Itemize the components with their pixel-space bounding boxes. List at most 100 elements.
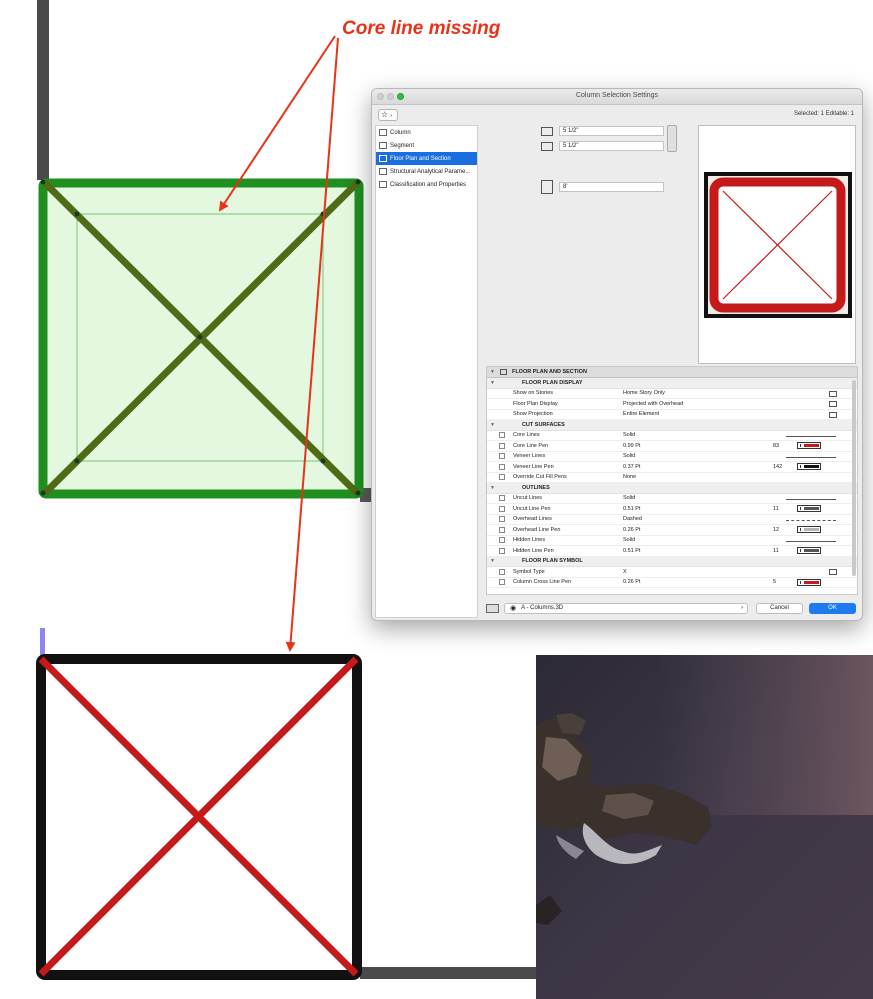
param-value[interactable]: 0.26 Pt <box>623 579 773 585</box>
param-value[interactable]: 0.99 Pt <box>623 443 773 449</box>
param-row[interactable]: Show Projection Entire Element <box>487 410 857 420</box>
nav-item-structural-analytical[interactable]: Structural Analytical Parame... <box>376 165 477 178</box>
group-floor-plan-symbol[interactable]: ▼ FLOOR PLAN SYMBOL <box>487 556 857 567</box>
width-field[interactable]: 5 1/2" <box>559 126 664 136</box>
param-value[interactable]: 0.26 Pt <box>623 527 773 533</box>
nav-item-segment[interactable]: Segment <box>376 139 477 152</box>
cancel-button[interactable]: Cancel <box>756 603 803 614</box>
height-row: 8' <box>541 180 664 194</box>
param-row[interactable]: Floor Plan Display Projected with Overhe… <box>487 399 857 410</box>
pen-color-swatch[interactable] <box>797 442 821 450</box>
param-name: Hidden Lines <box>513 537 546 544</box>
width-icon <box>541 126 553 136</box>
hotspot <box>40 490 46 496</box>
param-row[interactable]: Veneer Line Pen 0.37 Pt 142 <box>487 462 857 473</box>
stories-icon <box>829 390 837 397</box>
group-label: OUTLINES <box>521 484 550 491</box>
hotspot <box>40 179 46 185</box>
param-row[interactable]: Overhead Lines Dashed <box>487 515 857 525</box>
pen-number: 11 <box>773 505 779 512</box>
param-name: Symbol Type <box>513 568 545 575</box>
line-preview <box>786 540 836 542</box>
group-label: FLOOR PLAN DISPLAY <box>521 379 583 386</box>
param-value[interactable]: None <box>623 474 773 480</box>
dialog-footer: ◉ A - Columns.3D › Cancel OK <box>486 602 858 616</box>
param-name: Column Cross Line Pen <box>513 579 572 586</box>
dialog-titlebar[interactable]: Column Selection Settings <box>372 89 862 105</box>
nav-item-column[interactable]: Column <box>376 126 477 139</box>
param-value[interactable]: Home Story Only <box>623 390 773 396</box>
param-value[interactable]: Solid <box>623 495 773 501</box>
panel-header[interactable]: ▼ FLOOR PLAN AND SECTION <box>487 367 857 378</box>
group-outlines[interactable]: ▼ OUTLINES <box>487 483 857 494</box>
collapse-triangle-icon: ▼ <box>490 558 495 565</box>
param-row[interactable]: Column Cross Line Pen 0.26 Pt 5 <box>487 578 857 588</box>
param-value[interactable]: 0.37 Pt <box>623 464 773 470</box>
nav-item-floor-plan-and-section[interactable]: Floor Plan and Section <box>376 152 477 165</box>
param-name: Veneer Lines <box>513 453 546 460</box>
param-row[interactable]: Override Cut Fill Pens None <box>487 473 857 483</box>
param-row[interactable]: Core Line Pen 0.99 Pt 83 <box>487 441 857 452</box>
structural-icon <box>379 168 387 175</box>
group-floor-plan-display[interactable]: ▼ FLOOR PLAN DISPLAY <box>487 378 857 389</box>
height-field[interactable]: 8' <box>559 182 664 192</box>
wall-segment[interactable] <box>37 0 49 180</box>
param-row[interactable]: Uncut Lines Solid <box>487 494 857 504</box>
pen-color-swatch[interactable] <box>797 578 821 586</box>
pen-color-swatch[interactable] <box>797 547 821 555</box>
sea-shine <box>656 655 873 815</box>
column-icon <box>379 129 387 136</box>
param-row[interactable]: Hidden Line Pen 0.51 Pt 11 <box>487 546 857 557</box>
param-value[interactable]: Dashed <box>623 516 773 522</box>
param-name: Veneer Line Pen <box>513 463 554 470</box>
link-dimensions-toggle[interactable] <box>667 125 677 152</box>
param-value[interactable]: Solid <box>623 453 773 459</box>
wall-segment-bottom[interactable] <box>360 967 536 979</box>
param-value[interactable]: Entire Element <box>623 411 773 417</box>
depth-icon <box>541 141 553 151</box>
ok-button[interactable]: OK <box>809 603 856 614</box>
collapse-triangle-icon: ▼ <box>490 379 495 386</box>
param-row[interactable]: Show on Stories Home Story Only <box>487 389 857 399</box>
chevron-right-icon: › <box>390 113 393 119</box>
group-label: CUT SURFACES <box>521 421 565 428</box>
depth-row: 5 1/2" <box>541 141 664 151</box>
depth-field[interactable]: 5 1/2" <box>559 141 664 151</box>
param-row[interactable]: Veneer Lines Solid <box>487 452 857 462</box>
pen-number: 5 <box>773 579 777 586</box>
collapse-triangle-icon: ▼ <box>490 484 495 491</box>
param-row[interactable]: Hidden Lines Solid <box>487 536 857 546</box>
nav-item-classification[interactable]: Classification and Properties <box>376 178 477 191</box>
param-value[interactable]: Solid <box>623 432 773 438</box>
param-name: Show Projection <box>513 411 553 418</box>
hotspot <box>355 490 361 496</box>
panel-scrollbar[interactable] <box>852 380 856 576</box>
param-row[interactable]: Core Lines Solid <box>487 431 857 441</box>
segment-icon <box>379 142 387 149</box>
floor-plan-canvas-top[interactable]: Core line missing Column Selection Setti… <box>0 0 873 655</box>
param-row[interactable]: Uncut Line Pen 0.51 Pt 11 <box>487 504 857 515</box>
param-value[interactable]: Projected with Overhead <box>623 401 773 407</box>
layer-select[interactable]: ◉ A - Columns.3D › <box>504 603 748 614</box>
param-value[interactable]: 0.51 Pt <box>623 548 773 554</box>
favorites-button[interactable]: ☆ › <box>378 109 398 121</box>
param-name: Uncut Lines <box>513 495 543 502</box>
selected-column-plan[interactable] <box>35 175 367 502</box>
param-value[interactable]: X <box>623 569 773 575</box>
desktop-wallpaper-photo <box>536 655 873 999</box>
pen-color-swatch[interactable] <box>797 526 821 534</box>
param-row[interactable]: Symbol Type X <box>487 567 857 578</box>
pen-color-swatch[interactable] <box>797 463 821 471</box>
star-icon: ☆ <box>381 110 389 119</box>
group-cut-surfaces[interactable]: ▼ CUT SURFACES <box>487 420 857 431</box>
param-name: Hidden Line Pen <box>513 547 554 554</box>
chevron-right-icon: › <box>741 605 743 611</box>
param-row[interactable]: Overhead Line Pen 0.26 Pt 12 <box>487 525 857 536</box>
pen-number: 83 <box>773 442 780 449</box>
param-value[interactable]: 0.51 Pt <box>623 506 773 512</box>
floor-plan-icon <box>379 155 387 162</box>
param-value[interactable]: Solid <box>623 537 773 543</box>
column-plan-result[interactable] <box>33 653 365 983</box>
pen-color-swatch[interactable] <box>797 505 821 513</box>
line-preview <box>786 498 836 500</box>
